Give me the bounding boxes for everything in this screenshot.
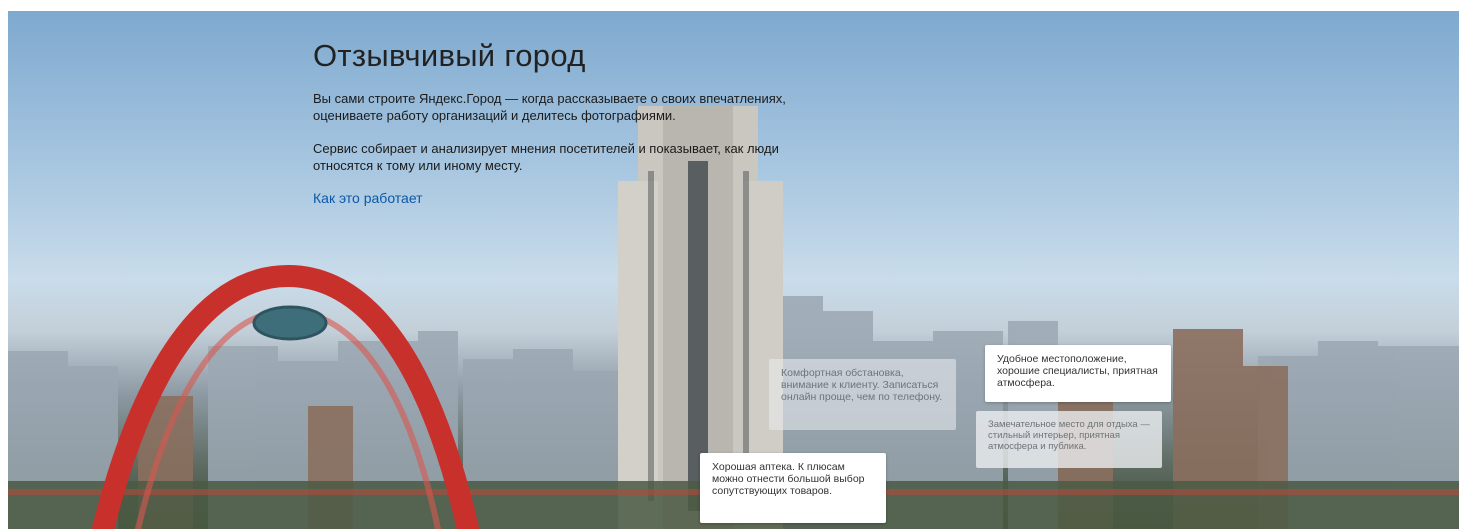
review-card-text: Комфортная обстановка, внимание к клиент… <box>781 367 943 403</box>
review-card-text: Хорошая аптека. К плюсам можно отнести б… <box>712 461 865 497</box>
review-card-text: Удобное местоположение, хорошие специали… <box>997 353 1158 389</box>
intro-paragraph-1: Вы сами строите Яндекс.Город — когда рас… <box>313 91 786 123</box>
how-it-works-link[interactable]: Как это работает <box>313 190 423 206</box>
hero-banner: Отзывчивый город Вы сами строите Яндекс.… <box>8 11 1459 529</box>
intro-paragraph-2: Сервис собирает и анализирует мнения пос… <box>313 141 779 173</box>
review-card-1: Комфортная обстановка, внимание к клиент… <box>769 359 956 430</box>
page-title: Отзывчивый город <box>313 38 586 73</box>
review-card-4: Хорошая аптека. К плюсам можно отнести б… <box>700 453 886 523</box>
review-card-2: Удобное местоположение, хорошие специали… <box>985 345 1171 402</box>
review-card-3: Замечательное место для отдыха — стильны… <box>976 411 1162 468</box>
review-card-text: Замечательное место для отдыха — стильны… <box>988 419 1150 452</box>
intro-section: Отзывчивый город Вы сами строите Яндекс.… <box>313 38 833 208</box>
